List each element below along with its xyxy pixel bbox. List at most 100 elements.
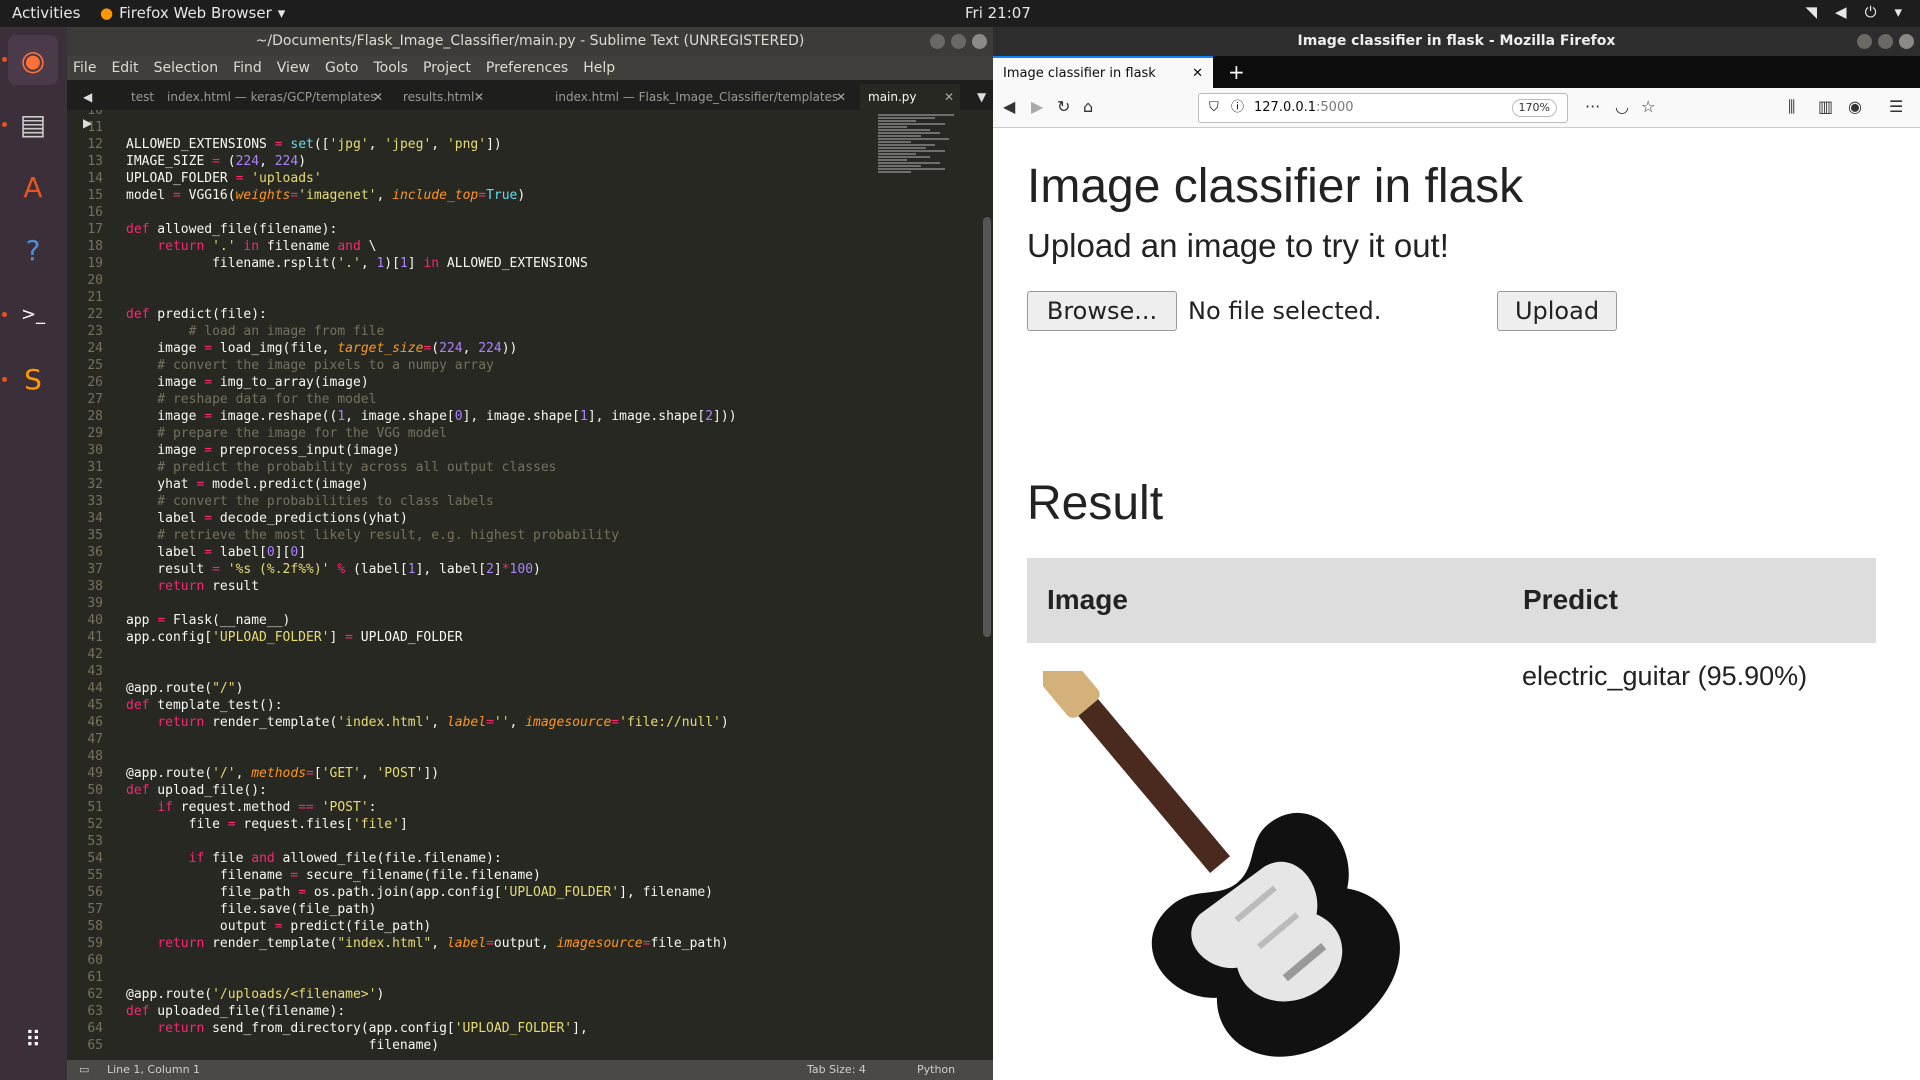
tab-results[interactable]: results.html ✕ (395, 84, 490, 110)
more-icon[interactable]: ··· (1585, 97, 1600, 116)
upload-button[interactable]: Upload (1497, 291, 1617, 331)
minimize-button[interactable] (930, 34, 945, 49)
firefox-icon: ● (100, 4, 114, 22)
close-icon[interactable]: ✕ (944, 84, 954, 110)
tab-nav-arrows[interactable]: ◀ ▶ (75, 84, 105, 130)
menu-tools[interactable]: Tools (373, 56, 408, 80)
minimize-button[interactable] (1857, 34, 1872, 49)
firefox-launcher[interactable]: ◉ (8, 35, 58, 85)
line-number: 24 (87, 341, 103, 356)
maximize-button[interactable] (1878, 34, 1893, 49)
terminal-launcher[interactable]: >_ (8, 289, 58, 339)
sublime-launcher[interactable]: S (8, 354, 58, 404)
result-table-header: Image Predict (1027, 558, 1876, 643)
menu-preferences[interactable]: Preferences (486, 56, 568, 80)
panel-toggle-icon[interactable]: ▭ (79, 1060, 89, 1080)
files-icon: ▤ (19, 107, 47, 141)
files-launcher[interactable]: ▤ (8, 99, 58, 149)
tab-size[interactable]: Tab Size: 4 (807, 1060, 866, 1080)
info-icon[interactable]: ⓘ (1231, 94, 1244, 122)
code-line: @app.route('/uploads/<filename>') (126, 987, 385, 1002)
zoom-indicator[interactable]: 170% (1511, 99, 1557, 117)
file-status: No file selected. (1188, 297, 1382, 325)
activities-button[interactable]: Activities (12, 4, 80, 22)
forward-button[interactable]: ▶ (1031, 97, 1043, 116)
account-icon[interactable]: ◉ (1848, 97, 1862, 116)
column-header-image: Image (1047, 584, 1128, 615)
code-line: @app.route('/', methods=['GET', 'POST']) (126, 766, 440, 781)
close-icon[interactable]: ✕ (474, 84, 484, 110)
url-bar[interactable]: ⛉ ⓘ 127.0.0.1:5000 170% (1198, 93, 1568, 123)
tab-main-py[interactable]: main.py ✕ (860, 84, 960, 110)
sidebar-icon[interactable]: ▥ (1818, 97, 1833, 116)
tab-bar: ◀ ▶ test index.html — keras/GCP/template… (67, 80, 993, 130)
browser-tab-bar: Image classifier in flask ✕ + (993, 56, 1920, 88)
help-launcher[interactable]: ? (8, 225, 58, 275)
line-number: 13 (87, 154, 103, 169)
menu-icon[interactable]: ☰ (1889, 97, 1903, 116)
line-number: 25 (87, 358, 103, 373)
code-line: app = Flask(__name__) (126, 613, 291, 628)
line-number: 60 (87, 953, 103, 968)
line-number: 57 (87, 902, 103, 917)
line-number: 22 (87, 307, 103, 322)
bookmark-star-icon[interactable]: ☆ (1641, 97, 1655, 116)
close-icon[interactable]: ✕ (1192, 58, 1203, 90)
menu-selection[interactable]: Selection (154, 56, 219, 80)
minimap[interactable] (878, 113, 973, 253)
browser-tab[interactable]: Image classifier in flask ✕ (993, 56, 1213, 88)
library-icon[interactable]: ⫼ (1788, 97, 1795, 117)
shield-icon[interactable]: ⛉ (1209, 94, 1219, 122)
line-number: 63 (87, 1004, 103, 1019)
code-line: label = label[0][0] (126, 545, 307, 560)
back-button[interactable]: ◀ (1003, 97, 1015, 116)
line-number: 36 (87, 545, 103, 560)
show-apps-button[interactable]: ⠿ (8, 1015, 58, 1065)
code-line: filename) (126, 1038, 440, 1053)
menu-view[interactable]: View (277, 56, 310, 80)
line-number: 53 (87, 834, 103, 849)
home-button[interactable]: ⌂ (1083, 97, 1093, 116)
line-number: 62 (87, 987, 103, 1002)
syntax[interactable]: Python (917, 1060, 955, 1080)
new-tab-button[interactable]: + (1228, 56, 1245, 88)
line-number: 20 (87, 273, 103, 288)
clock[interactable]: Fri 21:07 (965, 4, 1031, 22)
terminal-icon: >_ (20, 303, 46, 325)
code-line: def predict(file): (126, 307, 267, 322)
line-number: 28 (87, 409, 103, 424)
menu-find[interactable]: Find (233, 56, 262, 80)
code-line: yhat = model.predict(image) (126, 477, 369, 492)
tab-test[interactable]: test (123, 84, 154, 110)
system-tray[interactable]: ◥ ◀ ⏻ ▾ (1806, 3, 1903, 21)
close-button[interactable] (972, 34, 987, 49)
editor-scrollbar[interactable] (983, 217, 991, 637)
navigation-bar: ◀ ▶ ↻ ⌂ ⛉ ⓘ 127.0.0.1:5000 170% ··· ◡ ☆ … (993, 88, 1920, 128)
tab-dropdown-icon[interactable]: ▼ (969, 84, 986, 110)
menu-goto[interactable]: Goto (325, 56, 358, 80)
maximize-button[interactable] (951, 34, 966, 49)
pocket-icon[interactable]: ◡ (1615, 97, 1629, 116)
reload-button[interactable]: ↻ (1057, 97, 1070, 116)
browse-button[interactable]: Browse... (1027, 291, 1177, 331)
code-line: # reshape data for the model (126, 392, 377, 407)
close-button[interactable] (1899, 34, 1914, 49)
app-menu-label: Firefox Web Browser (119, 4, 272, 22)
code-line: label = decode_predictions(yhat) (126, 511, 408, 526)
line-number: 10 (87, 110, 103, 118)
software-launcher[interactable]: A (8, 162, 58, 212)
app-menu[interactable]: ● Firefox Web Browser ▾ (100, 4, 285, 22)
menu-file[interactable]: File (73, 56, 96, 80)
menu-help[interactable]: Help (583, 56, 615, 80)
code-line: @app.route("/") (126, 681, 244, 696)
code-line: # convert the probabilities to class lab… (126, 494, 494, 509)
code-editor[interactable]: 10 11 12 ALLOWED_EXTENSIONS = set(['jpg', '… (67, 110, 973, 1060)
tab-index-flask[interactable]: index.html — Flask_Image_Classifier/temp… (547, 84, 852, 110)
close-icon[interactable]: ✕ (373, 84, 383, 110)
tab-index-keras[interactable]: index.html — keras/GCP/templates ✕ (159, 84, 389, 110)
close-icon[interactable]: ✕ (836, 84, 846, 110)
menu-project[interactable]: Project (423, 56, 471, 80)
running-indicator (2, 57, 7, 62)
cursor-position: Line 1, Column 1 (107, 1063, 201, 1076)
menu-edit[interactable]: Edit (111, 56, 138, 80)
